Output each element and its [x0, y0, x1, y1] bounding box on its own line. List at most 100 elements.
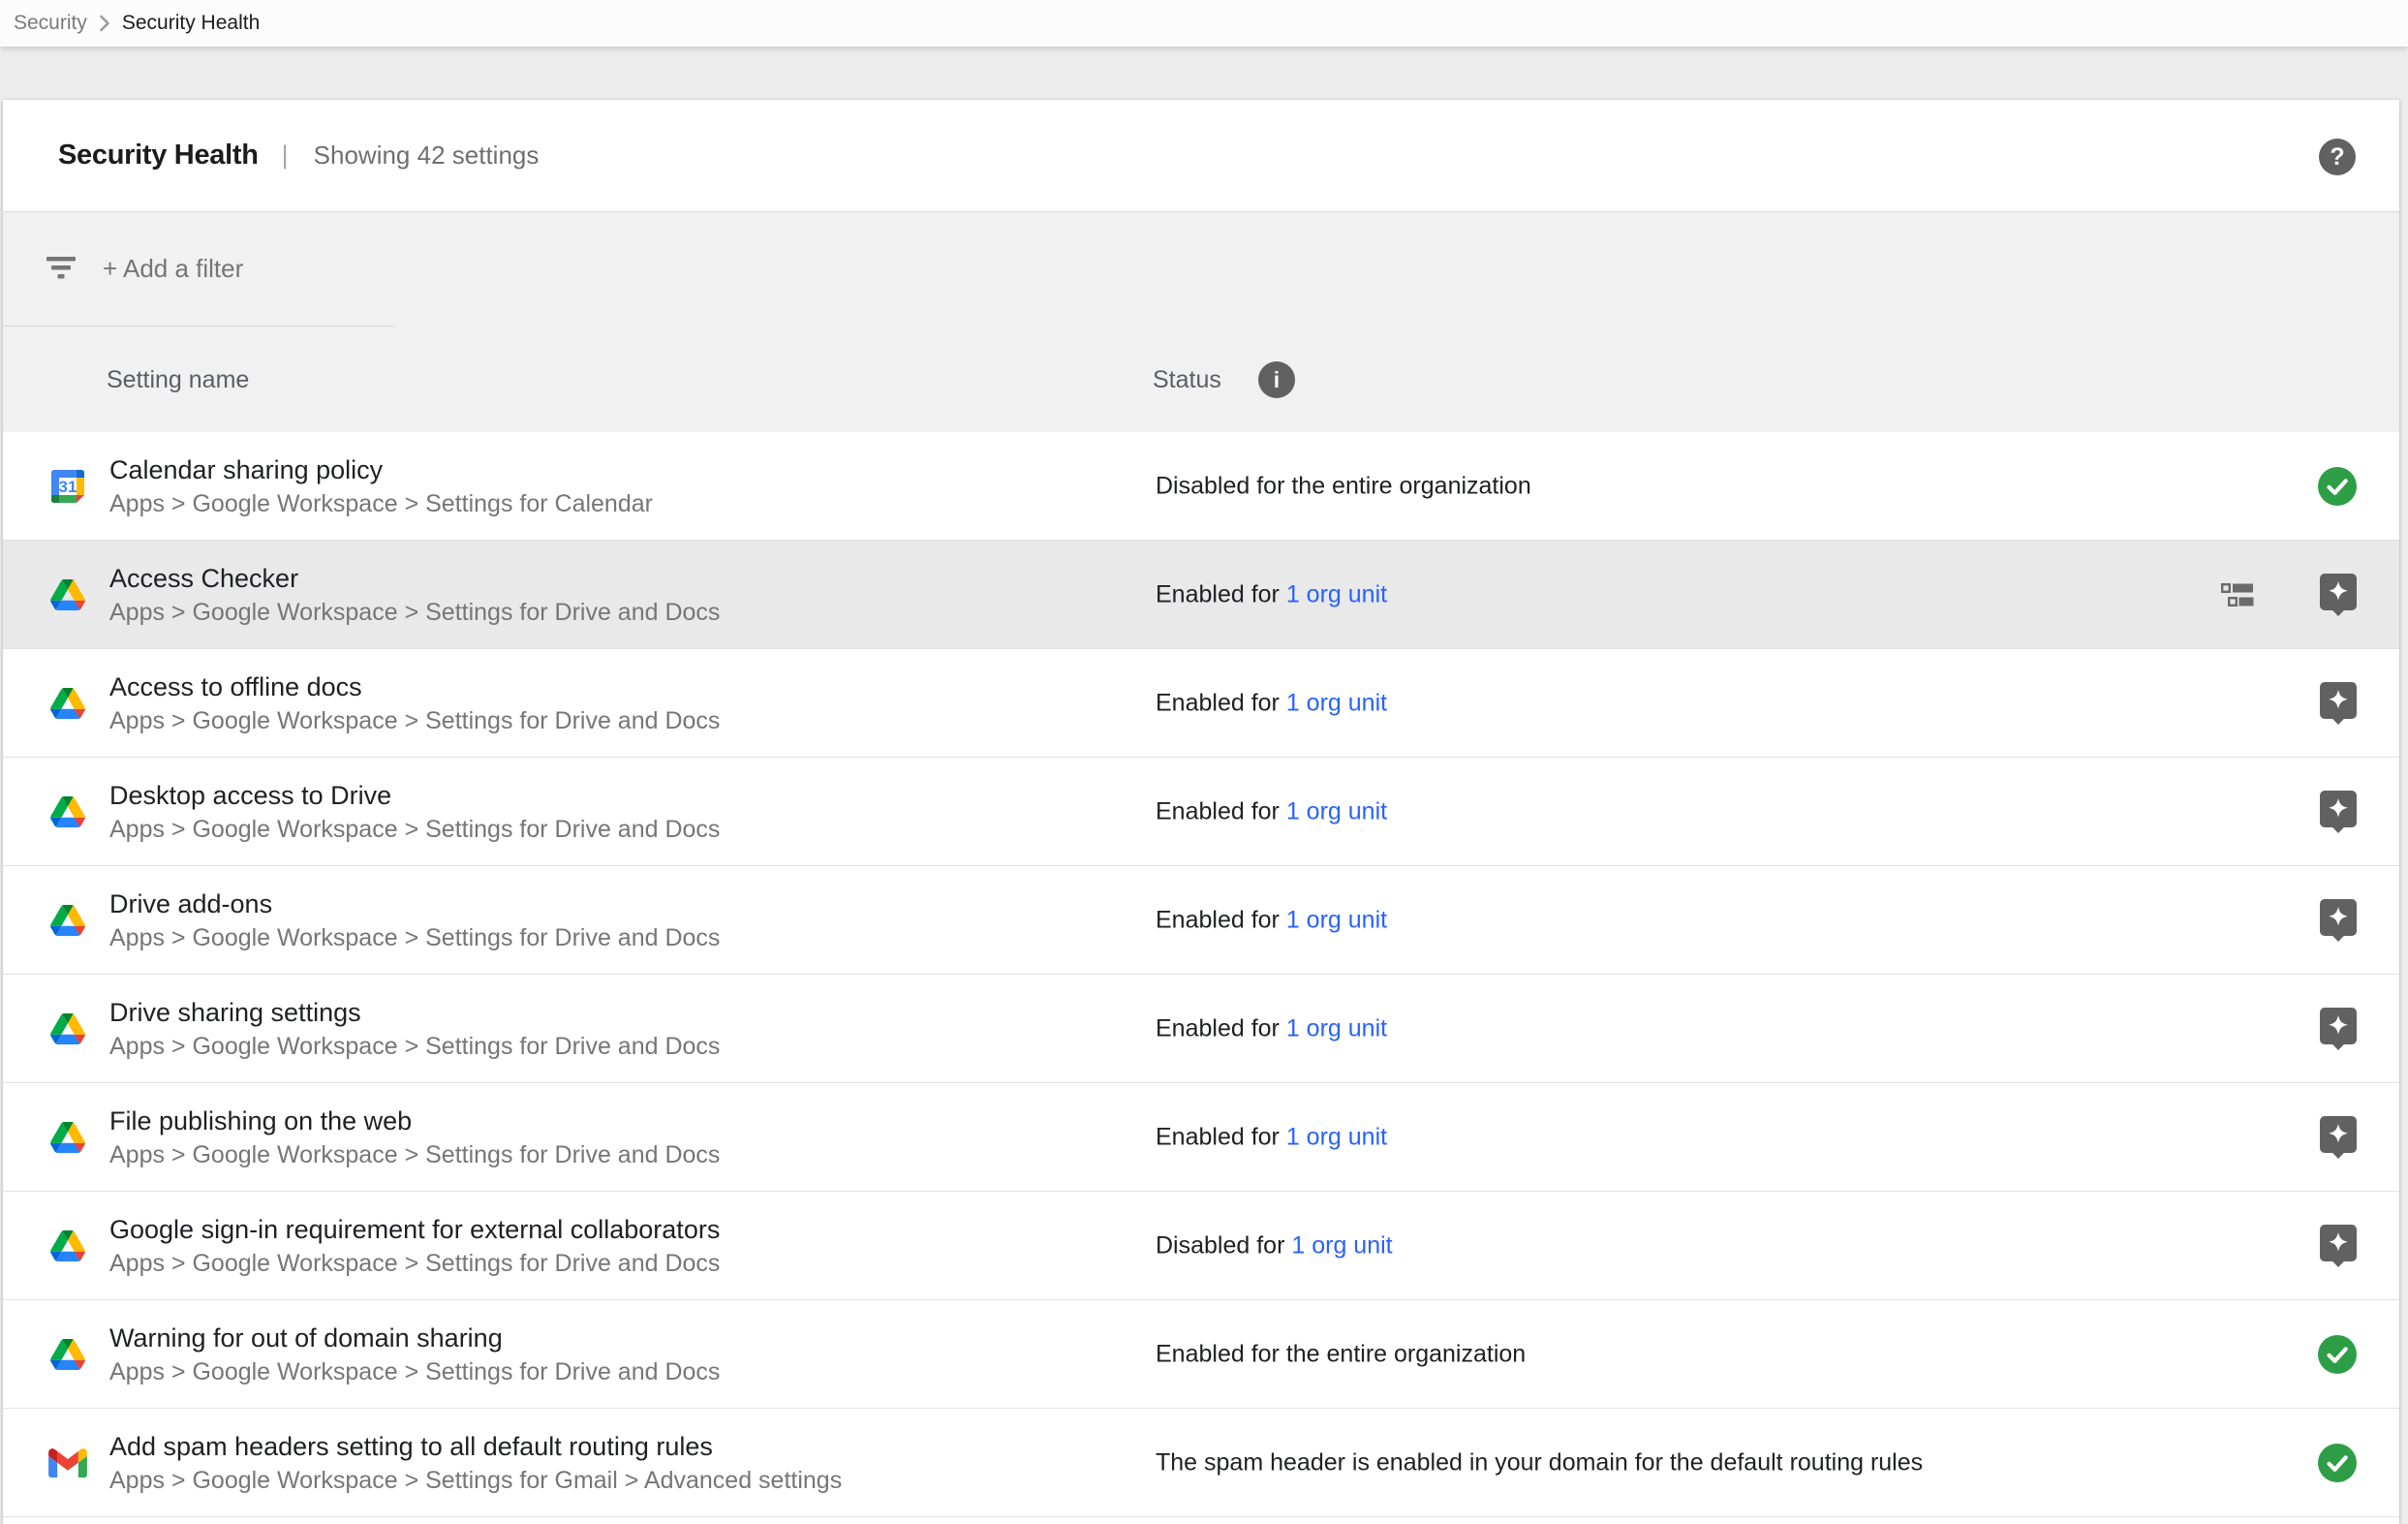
status-ok-icon: [2318, 1444, 2357, 1482]
table-row[interactable]: Add spam headers setting to all default …: [3, 1409, 2399, 1517]
drive-icon: [47, 796, 88, 827]
status-prefix: Enabled for: [1156, 1123, 1286, 1150]
status-text: The spam header is enabled in your domai…: [1156, 1448, 1923, 1477]
gmail-icon: [47, 1448, 88, 1477]
setting-path: Apps > Google Workspace > Settings for C…: [109, 488, 653, 520]
setting-path: Apps > Google Workspace > Settings for D…: [109, 1248, 720, 1280]
status-prefix: Enabled for: [1156, 1014, 1286, 1042]
page-title: Security Health: [58, 140, 259, 171]
settings-table: 31 Calendar sharing policy Apps > Google…: [3, 432, 2399, 1517]
setting-title: Access Checker: [109, 561, 720, 597]
setting-title: Add spam headers setting to all default …: [109, 1429, 842, 1465]
setting-path: Apps > Google Workspace > Settings for D…: [109, 814, 720, 846]
setting-path: Apps > Google Workspace > Settings for D…: [109, 705, 720, 737]
setting-path: Apps > Google Workspace > Settings for D…: [109, 1356, 720, 1388]
setting-text: Warning for out of domain sharing Apps >…: [109, 1321, 720, 1388]
recommendation-badge-icon[interactable]: [2320, 1225, 2357, 1267]
status-prefix: Disabled for the entire organization: [1156, 472, 1531, 499]
status-text: Enabled for 1 org unit: [1156, 580, 1387, 608]
security-health-card: Security Health | Showing 42 settings ? …: [3, 100, 2399, 1524]
setting-title: Google sign-in requirement for external …: [109, 1212, 720, 1248]
setting-text: Access to offline docs Apps > Google Wor…: [109, 669, 720, 737]
setting-path: Apps > Google Workspace > Settings for G…: [109, 1465, 842, 1497]
setting-text: Calendar sharing policy Apps > Google Wo…: [109, 452, 653, 520]
table-row[interactable]: Access to offline docs Apps > Google Wor…: [3, 649, 2399, 758]
status-prefix: Enabled for the entire organization: [1156, 1340, 1526, 1367]
setting-text: Access Checker Apps > Google Workspace >…: [109, 561, 720, 629]
status-prefix: The spam header is enabled in your domai…: [1156, 1448, 1923, 1476]
setting-path: Apps > Google Workspace > Settings for D…: [109, 1139, 720, 1171]
table-row[interactable]: File publishing on the web Apps > Google…: [3, 1083, 2399, 1192]
setting-text: Drive add-ons Apps > Google Workspace > …: [109, 886, 720, 954]
title-divider: |: [282, 140, 289, 171]
column-header-setting-name: Setting name: [107, 327, 249, 433]
org-unit-link[interactable]: 1 org unit: [1286, 689, 1387, 716]
status-text: Enabled for 1 org unit: [1156, 1123, 1387, 1151]
table-row[interactable]: Warning for out of domain sharing Apps >…: [3, 1300, 2399, 1409]
setting-title: Access to offline docs: [109, 669, 720, 705]
status-text: Enabled for 1 org unit: [1156, 797, 1387, 825]
filter-bar: + Add a filter: [3, 212, 2399, 326]
rules-icon: [2221, 583, 2254, 606]
table-row[interactable]: Google sign-in requirement for external …: [3, 1192, 2399, 1300]
recommendation-badge-icon[interactable]: [2320, 1116, 2357, 1159]
status-prefix: Enabled for: [1156, 797, 1286, 824]
setting-text: Google sign-in requirement for external …: [109, 1212, 720, 1280]
card-header: Security Health | Showing 42 settings ?: [3, 100, 2399, 211]
table-row[interactable]: Drive add-ons Apps > Google Workspace > …: [3, 866, 2399, 975]
drive-icon: [47, 688, 88, 719]
drive-icon: [47, 905, 88, 936]
setting-title: Drive sharing settings: [109, 995, 720, 1031]
recommendation-badge-icon[interactable]: [2320, 1008, 2357, 1050]
setting-title: File publishing on the web: [109, 1104, 720, 1139]
calendar-icon: 31: [47, 470, 88, 503]
status-prefix: Enabled for: [1156, 906, 1286, 933]
breadcrumb-item-security-health: Security Health: [122, 12, 260, 35]
svg-text:31: 31: [59, 477, 77, 495]
org-unit-link[interactable]: 1 org unit: [1286, 1014, 1387, 1042]
setting-title: Desktop access to Drive: [109, 778, 720, 814]
status-prefix: Enabled for: [1156, 580, 1286, 607]
status-text: Disabled for 1 org unit: [1156, 1231, 1393, 1260]
drive-icon: [47, 1230, 88, 1261]
table-row[interactable]: Access Checker Apps > Google Workspace >…: [3, 541, 2399, 649]
setting-path: Apps > Google Workspace > Settings for D…: [109, 1031, 720, 1063]
breadcrumb-item-security[interactable]: Security: [14, 12, 87, 35]
setting-text: Drive sharing settings Apps > Google Wor…: [109, 995, 720, 1063]
setting-text: Desktop access to Drive Apps > Google Wo…: [109, 778, 720, 846]
breadcrumb: Security Security Health: [0, 0, 2408, 47]
settings-count: Showing 42 settings: [314, 140, 540, 171]
setting-text: File publishing on the web Apps > Google…: [109, 1104, 720, 1171]
status-info-icon[interactable]: i: [1258, 361, 1295, 398]
setting-title: Calendar sharing policy: [109, 452, 653, 488]
recommendation-badge-icon[interactable]: [2320, 574, 2357, 616]
org-unit-link[interactable]: 1 org unit: [1286, 1123, 1387, 1150]
recommendation-badge-icon[interactable]: [2320, 899, 2357, 942]
setting-text: Add spam headers setting to all default …: [109, 1429, 842, 1497]
org-unit-link[interactable]: 1 org unit: [1286, 797, 1387, 824]
setting-path: Apps > Google Workspace > Settings for D…: [109, 922, 720, 954]
org-unit-link[interactable]: 1 org unit: [1286, 906, 1387, 933]
status-ok-icon: [2318, 467, 2357, 506]
org-unit-link[interactable]: 1 org unit: [1286, 580, 1387, 607]
help-icon[interactable]: ?: [2319, 139, 2356, 175]
table-row[interactable]: Desktop access to Drive Apps > Google Wo…: [3, 758, 2399, 866]
filter-list-icon: [46, 255, 77, 285]
setting-title: Drive add-ons: [109, 886, 720, 922]
add-filter-button[interactable]: + Add a filter: [103, 212, 243, 326]
drive-icon: [47, 1122, 88, 1153]
setting-path: Apps > Google Workspace > Settings for D…: [109, 597, 720, 629]
status-text: Enabled for the entire organization: [1156, 1340, 1526, 1368]
drive-icon: [47, 579, 88, 610]
filter-and-header-band: + Add a filter Setting name Status i: [3, 211, 2399, 434]
recommendation-badge-icon[interactable]: [2320, 682, 2357, 725]
drive-icon: [47, 1013, 88, 1044]
table-row[interactable]: 31 Calendar sharing policy Apps > Google…: [3, 432, 2399, 541]
status-text: Enabled for 1 org unit: [1156, 1014, 1387, 1042]
org-unit-link[interactable]: 1 org unit: [1291, 1231, 1392, 1259]
recommendation-badge-icon[interactable]: [2320, 791, 2357, 833]
status-text: Enabled for 1 org unit: [1156, 689, 1387, 717]
status-text: Disabled for the entire organization: [1156, 472, 1531, 500]
table-row[interactable]: Drive sharing settings Apps > Google Wor…: [3, 975, 2399, 1083]
setting-title: Warning for out of domain sharing: [109, 1321, 720, 1356]
